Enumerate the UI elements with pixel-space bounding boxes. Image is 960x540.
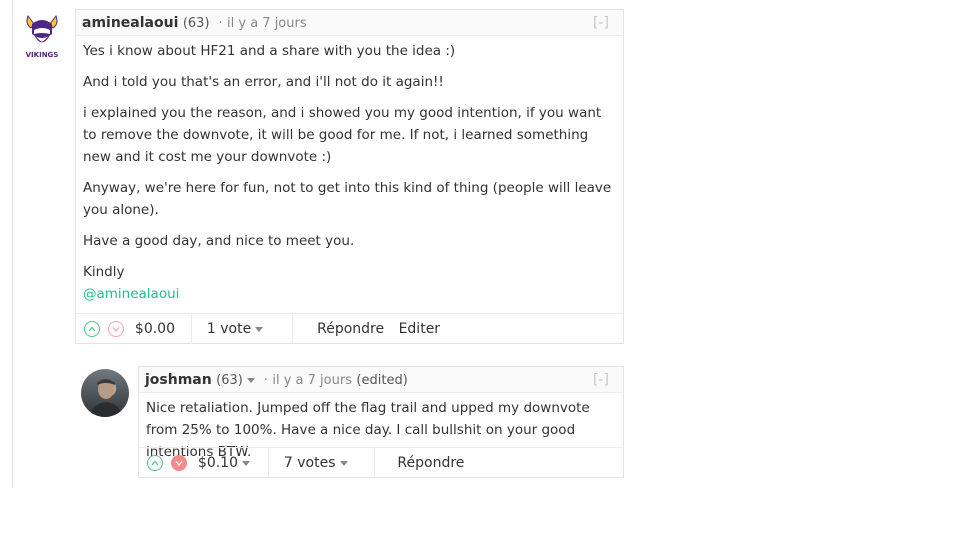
edit-link[interactable]: Editer <box>399 314 440 344</box>
avatar[interactable]: VIKINGS <box>22 12 62 60</box>
downvote-button[interactable] <box>171 455 188 471</box>
author-reputation: (63) <box>216 373 243 388</box>
payout-value[interactable]: $0.00 <box>135 314 175 344</box>
comment-card: aminealaoui (63) · il y a 7 jours [-] Ye… <box>75 9 624 344</box>
downvote-button[interactable] <box>108 321 125 337</box>
svg-text:VIKINGS: VIKINGS <box>26 51 59 59</box>
comment-header: joshman (63) · il y a 7 jours (edited) [… <box>139 367 623 393</box>
upvote-button[interactable] <box>147 455 163 471</box>
author-name[interactable]: joshman <box>145 372 212 388</box>
reply-link[interactable]: Répondre <box>397 448 464 478</box>
divider <box>291 314 293 344</box>
chevron-up-icon <box>151 460 159 466</box>
divider <box>373 448 375 478</box>
timestamp[interactable]: il y a 7 jours <box>227 16 307 31</box>
comment-paragraph: Have a good day, and nice to meet you. <box>83 233 355 249</box>
votes-count: 1 vote <box>206 321 252 337</box>
votes-dropdown[interactable]: 1 vote <box>206 314 264 344</box>
collapse-button[interactable]: [-] <box>593 367 609 393</box>
edited-label: (edited) <box>356 373 408 388</box>
payout-dropdown[interactable]: $0.10 <box>198 448 250 478</box>
chevron-down-icon <box>175 461 183 466</box>
comment-footer: $0.00 1 vote Répondre Editer <box>76 313 623 344</box>
comment-card: joshman (63) · il y a 7 jours (edited) [… <box>138 366 624 478</box>
divider <box>268 448 270 478</box>
collapse-button[interactable]: [-] <box>593 10 609 36</box>
caret-down-icon[interactable] <box>246 377 255 383</box>
timestamp[interactable]: il y a 7 jours <box>272 373 352 388</box>
comment-paragraph: Anyway, we're here for fun, not to get i… <box>83 180 612 218</box>
comment-signoff: Kindly <box>83 264 125 280</box>
payout-value: $0.10 <box>197 455 238 471</box>
mention-link[interactable]: @aminealaoui <box>83 286 179 302</box>
author-name[interactable]: aminealaoui <box>82 15 178 31</box>
votes-count: 7 votes <box>283 455 336 471</box>
caret-down-icon <box>339 460 348 466</box>
vikings-logo-icon: VIKINGS <box>26 14 59 59</box>
caret-down-icon <box>255 326 264 332</box>
divider <box>191 314 193 344</box>
thread-line <box>12 0 13 488</box>
upvote-button[interactable] <box>84 321 100 337</box>
reply-link[interactable]: Répondre <box>317 314 384 344</box>
separator-dot: · <box>218 16 223 31</box>
comment-footer: $0.10 7 votes Répondre <box>139 447 623 478</box>
chevron-down-icon <box>112 327 120 332</box>
comment-paragraph: i explained you the reason, and i showed… <box>83 105 602 165</box>
separator-dot: · <box>263 373 268 388</box>
avatar[interactable] <box>81 369 129 417</box>
comment-paragraph: And i told you that's an error, and i'll… <box>83 74 444 90</box>
comment-paragraph: Yes i know about HF21 and a share with y… <box>83 43 456 59</box>
comment-header: aminealaoui (63) · il y a 7 jours [-] <box>76 10 623 36</box>
comment-body: Yes i know about HF21 and a share with y… <box>76 36 623 305</box>
chevron-up-icon <box>88 326 96 332</box>
author-reputation: (63) <box>182 16 210 31</box>
user-photo-icon <box>89 379 123 417</box>
votes-dropdown[interactable]: 7 votes <box>284 448 348 478</box>
caret-down-icon <box>242 460 250 466</box>
